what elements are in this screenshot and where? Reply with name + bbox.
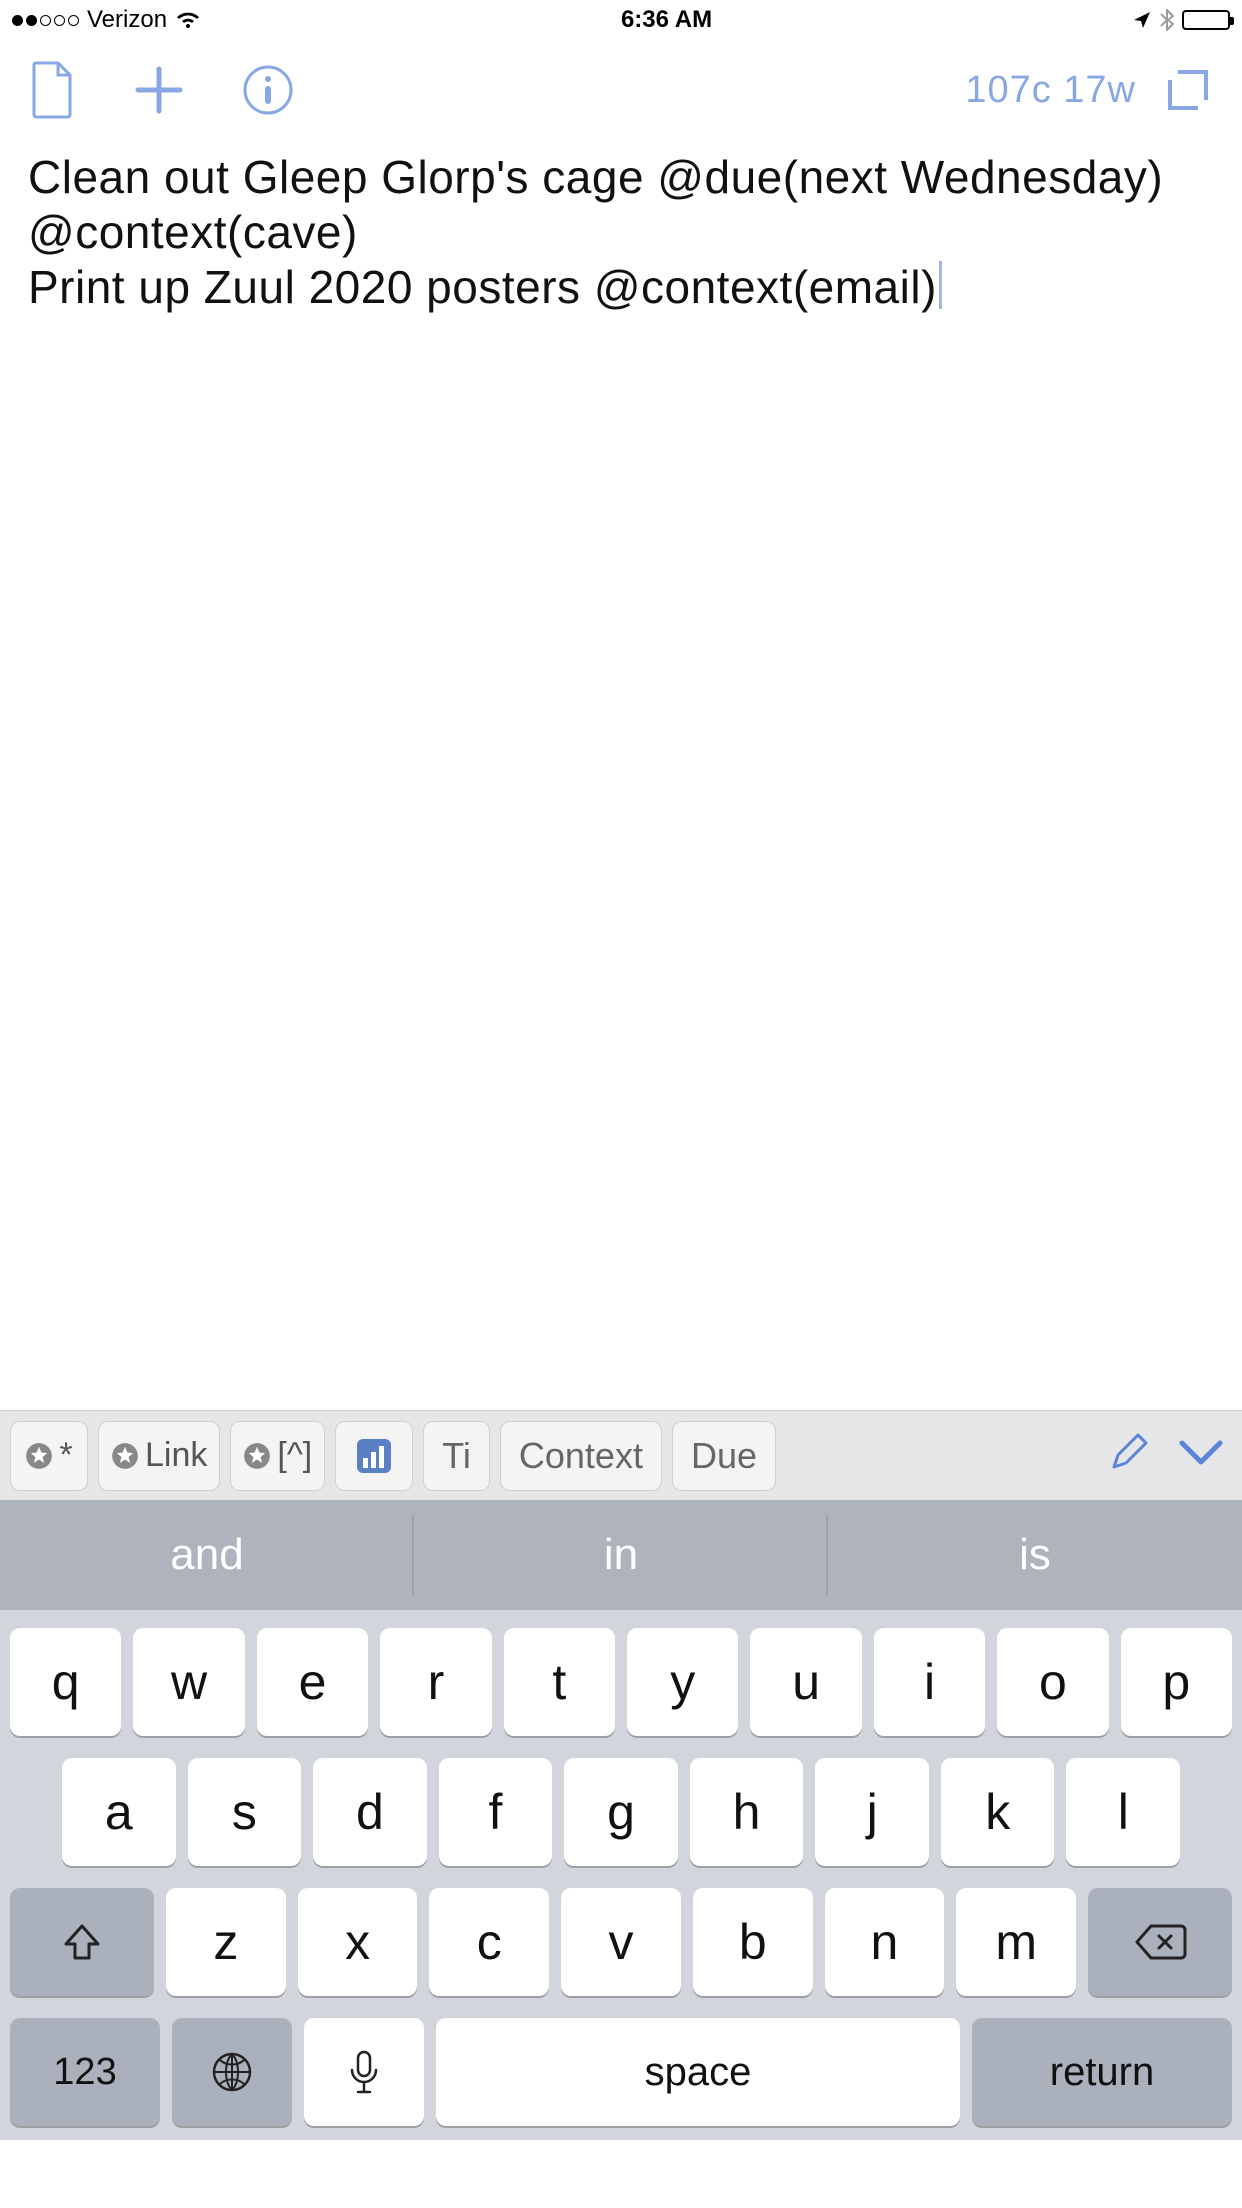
carrier-label: Verizon	[87, 6, 167, 34]
suggestion-bar: and in is	[0, 1500, 1242, 1610]
clock-label: 6:36 AM	[621, 6, 712, 34]
location-icon	[1132, 10, 1152, 30]
snippet-asterisk-button[interactable]: *	[10, 1421, 88, 1491]
key-i[interactable]: i	[874, 1628, 985, 1736]
hide-keyboard-icon[interactable]	[1178, 1439, 1224, 1472]
suggestion-item[interactable]: and	[0, 1500, 414, 1610]
globe-key[interactable]	[172, 2018, 292, 2126]
char-count-label: 107c 17w	[965, 69, 1136, 112]
key-a[interactable]: a	[62, 1758, 176, 1866]
suggestion-item[interactable]: is	[828, 1500, 1242, 1610]
document-icon[interactable]	[30, 61, 76, 119]
key-r[interactable]: r	[380, 1628, 491, 1736]
info-button[interactable]	[242, 64, 294, 116]
key-row: 123 space return	[10, 2018, 1232, 2126]
backspace-key[interactable]	[1088, 1888, 1232, 1996]
key-s[interactable]: s	[188, 1758, 302, 1866]
key-j[interactable]: j	[815, 1758, 929, 1866]
key-z[interactable]: z	[166, 1888, 286, 1996]
dictation-key[interactable]	[304, 2018, 424, 2126]
tag-context-button[interactable]: Context	[500, 1421, 662, 1491]
text-cursor	[939, 261, 942, 309]
key-n[interactable]: n	[825, 1888, 945, 1996]
suggestion-item[interactable]: in	[414, 1500, 828, 1610]
status-right	[1132, 9, 1230, 31]
key-q[interactable]: q	[10, 1628, 121, 1736]
status-bar: Verizon 6:36 AM	[0, 0, 1242, 40]
on-screen-keyboard: and in is q w e r t y u i o p a s d f g …	[0, 1500, 1242, 2140]
battery-icon	[1182, 10, 1230, 30]
key-row: q w e r t y u i o p	[10, 1628, 1232, 1736]
key-h[interactable]: h	[690, 1758, 804, 1866]
key-x[interactable]: x	[298, 1888, 418, 1996]
key-o[interactable]: o	[997, 1628, 1108, 1736]
key-v[interactable]: v	[561, 1888, 681, 1996]
new-button[interactable]	[132, 63, 186, 117]
status-left: Verizon	[12, 6, 201, 34]
shift-key[interactable]	[10, 1888, 154, 1996]
key-p[interactable]: p	[1121, 1628, 1232, 1736]
key-c[interactable]: c	[429, 1888, 549, 1996]
app-toolbar: 107c 17w	[0, 40, 1242, 140]
key-row: z x c v b n m	[10, 1888, 1232, 1996]
text-editor[interactable]: Clean out Gleep Glorp's cage @due(next W…	[0, 140, 1242, 1410]
pencil-icon[interactable]	[1106, 1431, 1150, 1480]
key-f[interactable]: f	[439, 1758, 553, 1866]
key-k[interactable]: k	[941, 1758, 1055, 1866]
key-d[interactable]: d	[313, 1758, 427, 1866]
key-b[interactable]: b	[693, 1888, 813, 1996]
signal-strength-icon	[12, 15, 79, 26]
editor-line: Clean out Gleep Glorp's cage @due(next W…	[28, 150, 1214, 260]
key-l[interactable]: l	[1066, 1758, 1180, 1866]
key-row: a s d f g h j k l	[10, 1758, 1232, 1866]
wifi-icon	[175, 10, 201, 30]
key-e[interactable]: e	[257, 1628, 368, 1736]
tag-ti-button[interactable]: Ti	[423, 1421, 490, 1491]
key-g[interactable]: g	[564, 1758, 678, 1866]
key-m[interactable]: m	[956, 1888, 1076, 1996]
space-key[interactable]: space	[436, 2018, 960, 2126]
bluetooth-icon	[1160, 9, 1174, 31]
key-t[interactable]: t	[504, 1628, 615, 1736]
key-y[interactable]: y	[627, 1628, 738, 1736]
key-w[interactable]: w	[133, 1628, 244, 1736]
snippet-footnote-button[interactable]: [^]	[230, 1421, 325, 1491]
tag-due-button[interactable]: Due	[672, 1421, 776, 1491]
numbers-key[interactable]: 123	[10, 2018, 160, 2126]
stats-button[interactable]	[335, 1421, 413, 1491]
keyboard-accessory-bar: * Link [^] Ti Context Due	[0, 1410, 1242, 1500]
key-u[interactable]: u	[750, 1628, 861, 1736]
snippet-link-button[interactable]: Link	[98, 1421, 220, 1491]
return-key[interactable]: return	[972, 2018, 1232, 2126]
fullscreen-button[interactable]	[1164, 66, 1212, 114]
editor-line: Print up Zuul 2020 posters @context(emai…	[28, 260, 1214, 315]
